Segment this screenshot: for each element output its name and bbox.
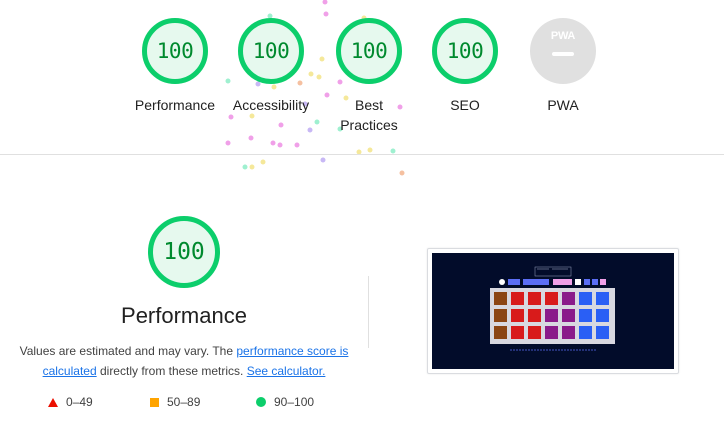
square-icon	[150, 397, 159, 407]
gauge-label: Accessibility	[232, 97, 310, 113]
pwa-badge-icon: PWA	[530, 18, 596, 84]
screenshot-drawing	[490, 266, 615, 351]
final-screenshot[interactable]	[427, 248, 679, 374]
pwa-dash-icon	[552, 52, 574, 56]
gauge-label: PWA	[547, 97, 579, 113]
triangle-icon	[48, 397, 58, 407]
performance-title: Performance	[121, 303, 247, 328]
circle-icon	[256, 397, 266, 407]
gauge-score: 100	[156, 39, 194, 63]
score-scale-legend: 0–49 50–89 90–100	[48, 395, 348, 411]
desc-middle: directly from these metrics.	[96, 364, 247, 378]
pwa-badge-text: PWA	[550, 30, 576, 42]
screenshot-image	[432, 253, 674, 369]
performance-gauge: 100	[148, 216, 220, 288]
gauge-circle: 100	[336, 18, 402, 84]
legend-pass: 90–100	[256, 395, 314, 409]
gauge-circle: 100	[142, 18, 208, 84]
desc-prefix: Values are estimated and may vary. The	[19, 344, 237, 358]
gauge-score: 100	[350, 39, 388, 63]
vertical-separator	[368, 276, 369, 348]
gauge-label: SEO	[450, 97, 480, 113]
legend-range: 90–100	[274, 395, 315, 409]
gauge-score: 100	[446, 39, 484, 63]
lighthouse-report: 100 Performance 100 Accessibility 100 Be…	[0, 0, 724, 443]
gauge-pwa[interactable]: PWA PWA	[513, 18, 613, 115]
gauge-score: 100	[252, 39, 290, 63]
see-calculator-link[interactable]: See calculator.	[247, 364, 326, 378]
performance-summary: 100 Performance Values are estimated and…	[10, 210, 358, 381]
performance-description: Values are estimated and may vary. The p…	[19, 341, 349, 381]
gauge-best-practices[interactable]: 100 Best Practices	[318, 18, 420, 135]
legend-fail: 0–49	[48, 395, 93, 409]
legend-range: 0–49	[66, 395, 93, 409]
gauge-circle: 100	[432, 18, 498, 84]
section-divider	[0, 154, 724, 155]
gauge-performance[interactable]: 100 Performance	[125, 18, 225, 115]
gauge-accessibility[interactable]: 100 Accessibility	[221, 18, 321, 115]
legend-average: 50–89	[150, 395, 200, 409]
legend-range: 50–89	[167, 395, 201, 409]
category-gauges: 100 Performance 100 Accessibility 100 Be…	[0, 0, 724, 150]
gauge-seo[interactable]: 100 SEO	[415, 18, 515, 115]
gauge-label: Best Practices	[340, 97, 398, 133]
gauge-circle: 100	[238, 18, 304, 84]
gauge-label: Performance	[134, 97, 216, 113]
performance-score: 100	[163, 239, 205, 265]
